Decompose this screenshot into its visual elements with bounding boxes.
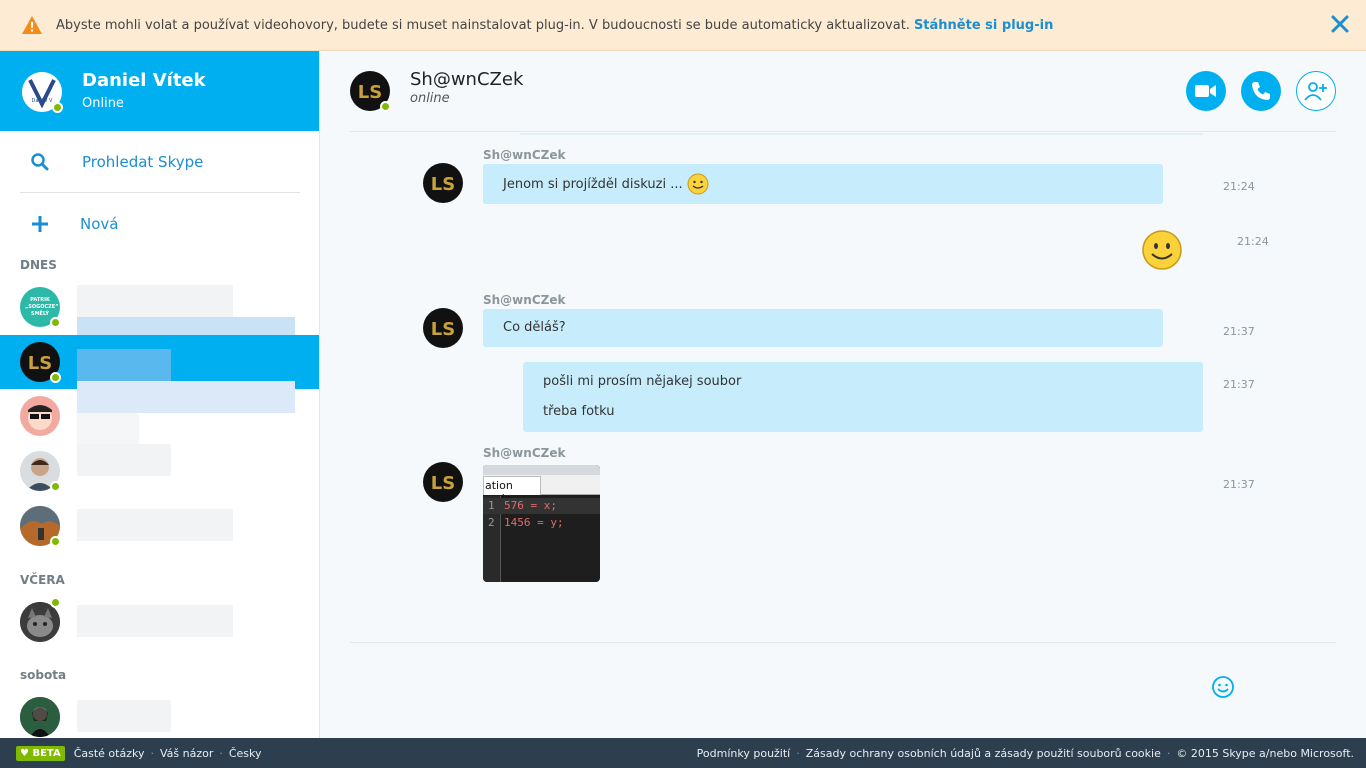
message-time: 21:24: [1237, 235, 1269, 248]
emoticon-picker-icon[interactable]: [1211, 675, 1235, 699]
footer-link-feedback[interactable]: Váš názor: [160, 747, 213, 760]
contact-item[interactable]: [0, 595, 319, 649]
footer-link-terms[interactable]: Podmínky použití: [697, 747, 791, 760]
beta-badge: ♥ BETA: [16, 745, 65, 761]
image-tab-bar: ation code: [483, 475, 600, 505]
video-camera-icon: [1195, 85, 1216, 97]
online-dot: [50, 317, 61, 328]
online-dot: [50, 372, 61, 383]
close-icon[interactable]: [1330, 14, 1350, 34]
svg-text:LS: LS: [431, 473, 455, 494]
message-input[interactable]: [350, 644, 1200, 738]
contact-avatar: [20, 396, 60, 436]
section-today: DNES: [20, 258, 57, 272]
message-text: pošli mi prosím nějakej soubor: [543, 374, 742, 389]
footer-link-faq[interactable]: Časté otázky: [74, 747, 145, 760]
footer-copyright: © 2015 Skype a/nebo Microsoft.: [1176, 747, 1354, 760]
svg-text:LS: LS: [431, 319, 455, 340]
message-avatar: LS: [423, 462, 463, 502]
large-smiley-emoticon-icon[interactable]: [1141, 229, 1183, 271]
svg-text:LS: LS: [28, 353, 52, 374]
message-sender: Sh@wnCZek: [483, 446, 566, 460]
previous-message-edge: [520, 133, 1203, 135]
svg-text:LS: LS: [431, 174, 455, 195]
online-dot: [380, 101, 391, 112]
profile-status[interactable]: Online: [82, 96, 124, 111]
plus-icon: [32, 216, 48, 232]
new-conversation-button[interactable]: Nová: [20, 209, 118, 239]
banner-message: Abyste mohli volat a používat videohovor…: [56, 17, 910, 33]
message-avatar: LS: [423, 163, 463, 203]
svg-text:Daniel V: Daniel V: [32, 98, 54, 104]
contact-item[interactable]: [0, 499, 319, 553]
search-skype[interactable]: Prohledat Skype: [20, 131, 300, 193]
blurred-contact-name: [77, 413, 139, 445]
chat-contact-status: online: [410, 91, 450, 106]
message-bubble[interactable]: Jenom si projížděl diskuzi ...: [483, 164, 1163, 204]
message-list[interactable]: Sh@wnCZek LS Jenom si projížděl diskuzi …: [320, 133, 1366, 641]
chat-header: LS Sh@wnCZek online: [350, 51, 1336, 132]
message-bubble[interactable]: Co děláš?: [483, 309, 1163, 347]
message-text: Co děláš?: [503, 320, 566, 335]
compose-area: [350, 642, 1336, 738]
image-code-area: 1 576 = x; 2 1456 = y;: [483, 496, 600, 582]
blurred-contact-name: [77, 444, 171, 476]
profile-online-dot: [52, 102, 63, 113]
footer-link-language[interactable]: Česky: [229, 747, 262, 760]
profile-name: Daniel Vítek: [82, 70, 206, 91]
message-time: 21:37: [1223, 325, 1255, 338]
online-dot: [50, 597, 61, 608]
footer-link-privacy[interactable]: Zásady ochrany osobních údajů a zásady p…: [806, 747, 1161, 760]
online-dot: [50, 481, 61, 492]
contact-item[interactable]: [0, 389, 319, 445]
message-text: Jenom si projížděl diskuzi ...: [503, 176, 683, 192]
blurred-contact-name: [77, 605, 233, 637]
search-icon: [31, 152, 49, 170]
add-user-icon: [1304, 82, 1327, 101]
message-bubble-own[interactable]: pošli mi prosím nějakej soubor třeba fot…: [523, 362, 1203, 432]
image-tab-label: ation code: [483, 476, 541, 505]
chat-contact-name[interactable]: Sh@wnCZek: [410, 69, 523, 90]
chat-panel: LS Sh@wnCZek online Sh@wnCZek LS Jenom s…: [320, 51, 1366, 738]
download-plugin-link[interactable]: Stáhněte si plug-in: [914, 18, 1053, 33]
section-saturday: sobota: [20, 668, 67, 682]
message-sender: Sh@wnCZek: [483, 293, 566, 307]
smiley-emoticon-icon: [687, 173, 709, 195]
video-call-button[interactable]: [1186, 71, 1226, 111]
blurred-contact-name: [77, 700, 171, 732]
message-text: třeba fotku: [543, 404, 615, 419]
audio-call-button[interactable]: [1241, 71, 1281, 111]
message-sender: Sh@wnCZek: [483, 148, 566, 162]
blurred-contact-name: [77, 509, 233, 541]
message-time: 21:37: [1223, 378, 1255, 391]
phone-icon: [1252, 82, 1270, 100]
profile-header[interactable]: Daniel V Daniel Vítek Online: [0, 51, 319, 131]
search-label: Prohledat Skype: [82, 152, 204, 171]
section-yesterday: VČERA: [20, 573, 65, 587]
image-toolbar: [483, 465, 600, 475]
new-label: Nová: [80, 215, 119, 233]
message-time: 21:24: [1223, 180, 1255, 193]
svg-text:LS: LS: [358, 82, 382, 103]
online-dot: [50, 536, 61, 547]
blurred-contact-name: [77, 349, 171, 381]
add-participant-button[interactable]: [1296, 71, 1336, 111]
contact-item[interactable]: [0, 690, 319, 738]
warning-icon: [22, 16, 42, 34]
message-time: 21:37: [1223, 478, 1255, 491]
shared-image-thumbnail[interactable]: ation code 1 576 = x; 2 1456 = y;: [483, 465, 600, 582]
sidebar: Daniel V Daniel Vítek Online Prohledat S…: [0, 51, 320, 738]
plugin-banner: Abyste mohli volat a používat videohovor…: [0, 0, 1366, 51]
contact-avatar: [20, 602, 60, 642]
contact-avatar: [20, 697, 60, 737]
contact-item[interactable]: [0, 444, 319, 498]
message-avatar: LS: [423, 308, 463, 348]
footer: ♥ BETA Časté otázky · Váš názor · Česky …: [0, 738, 1366, 768]
blurred-contact-name: [77, 285, 233, 317]
